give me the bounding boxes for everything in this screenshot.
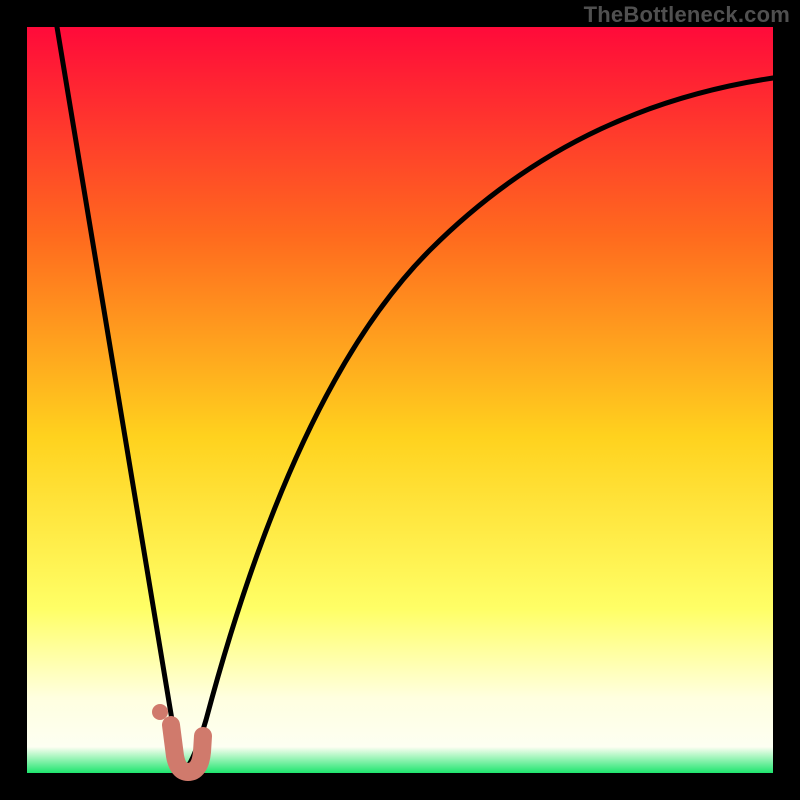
optimum-dot (152, 704, 168, 720)
chart-plot-area (27, 27, 773, 773)
chart-container: { "watermark": "TheBottleneck.com", "pal… (0, 0, 800, 800)
bottleneck-chart (0, 0, 800, 800)
